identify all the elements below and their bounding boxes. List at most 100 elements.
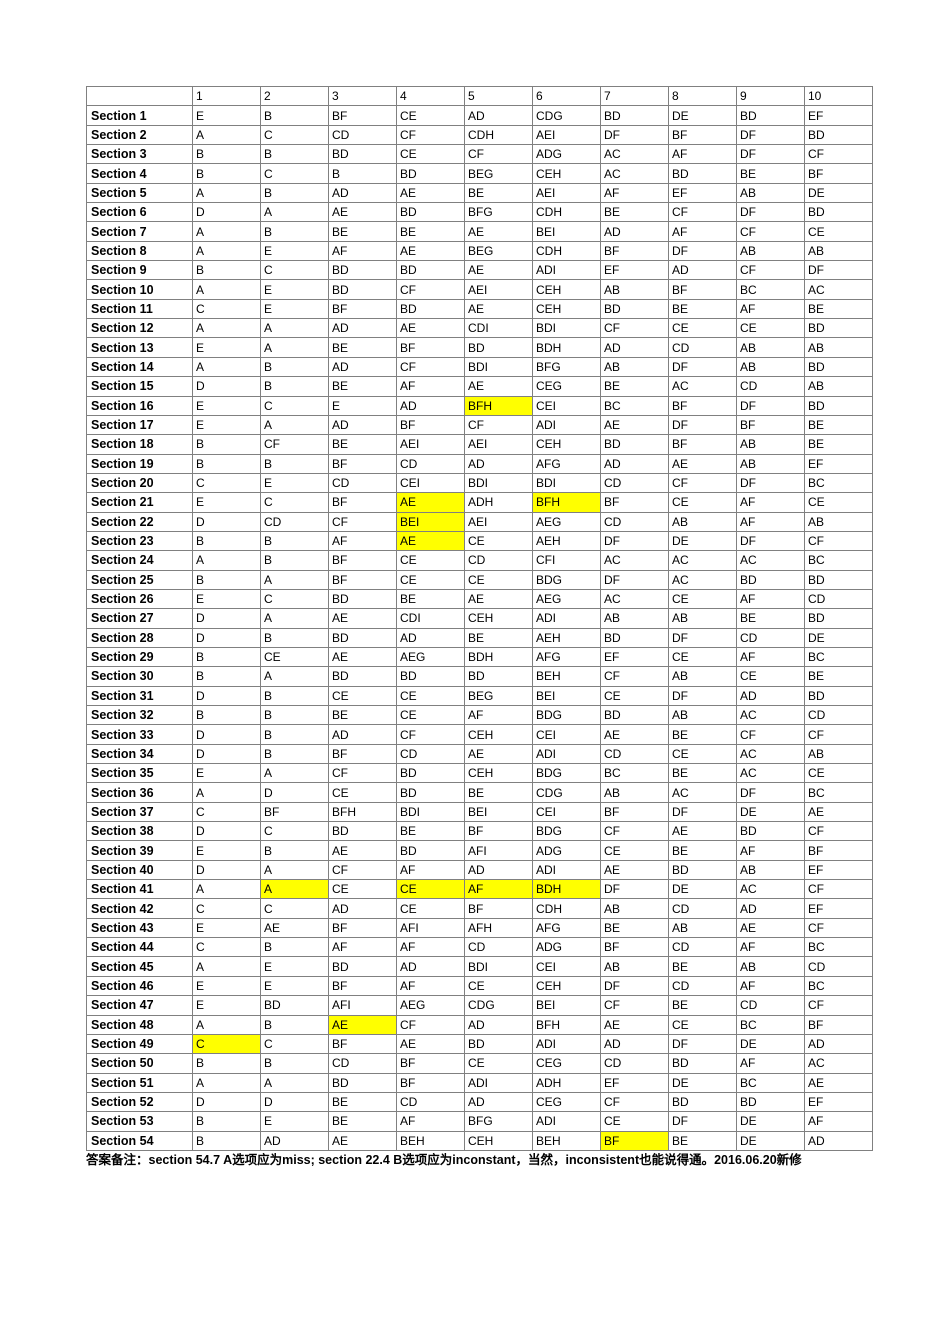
answer-cell-37-3: BFH bbox=[328, 801, 397, 823]
answer-cell-7-1: A bbox=[192, 221, 261, 242]
row-header-section-16: Section 16 bbox=[86, 395, 193, 416]
answer-cell-35-10: CE bbox=[804, 763, 873, 784]
answer-cell-51-6: ADH bbox=[532, 1072, 601, 1093]
column-header-5: 5 bbox=[464, 85, 533, 107]
answer-cell-4-5: BEG bbox=[464, 163, 533, 184]
answer-cell-14-4: CF bbox=[396, 356, 465, 378]
answer-cell-10-1: A bbox=[192, 279, 261, 300]
answer-cell-33-10: CF bbox=[804, 724, 873, 745]
answer-cell-17-9: BF bbox=[736, 414, 805, 436]
answer-cell-30-6: BEH bbox=[532, 666, 601, 687]
answer-cell-50-6: CEG bbox=[532, 1053, 601, 1074]
answer-cell-4-8: BD bbox=[668, 163, 737, 184]
answer-cell-4-3: B bbox=[328, 163, 397, 184]
answer-cell-highlighted-54-7: BF bbox=[600, 1130, 669, 1151]
table-row: Section 3 B B BD CE CF ADG AC AF DF CF bbox=[86, 144, 873, 165]
answer-cell-35-8: BE bbox=[668, 763, 737, 784]
answer-cell-5-2: B bbox=[260, 182, 329, 204]
table-row: Section 22 D CD CF BEI AEI AEG CD AB AF AB bbox=[86, 511, 873, 532]
row-header-section-27: Section 27 bbox=[86, 608, 193, 629]
answer-cell-2-5: CDH bbox=[464, 124, 533, 146]
answer-cell-22-1: D bbox=[192, 511, 261, 532]
answer-cell-39-6: ADG bbox=[532, 840, 601, 861]
answer-cell-39-1: E bbox=[192, 840, 261, 861]
answer-cell-3-6: ADG bbox=[532, 144, 601, 165]
answer-cell-25-9: BD bbox=[736, 569, 805, 590]
table-row: Section 10 A E BD CF AEI CEH AB BF BC AC bbox=[86, 279, 873, 300]
answer-cell-31-9: AD bbox=[736, 685, 805, 707]
answer-cell-45-6: CEI bbox=[532, 956, 601, 977]
table-row: Section 53 B E BE AF BFG ADI CE DF DE AF bbox=[86, 1111, 873, 1132]
answer-cell-9-4: BD bbox=[396, 260, 465, 281]
answer-cell-42-1: C bbox=[192, 898, 261, 919]
answer-cell-38-8: AE bbox=[668, 821, 737, 842]
answer-cell-31-6: BEI bbox=[532, 685, 601, 707]
answer-cell-20-4: CEI bbox=[396, 472, 465, 494]
row-header-section-19: Section 19 bbox=[86, 453, 193, 474]
answer-cell-22-10: AB bbox=[804, 511, 873, 532]
answer-cell-13-10: AB bbox=[804, 337, 873, 358]
answer-cell-18-7: BD bbox=[600, 434, 669, 455]
row-header-section-9: Section 9 bbox=[86, 260, 193, 281]
row-header-section-53: Section 53 bbox=[86, 1111, 193, 1132]
answer-cell-25-6: BDG bbox=[532, 569, 601, 590]
answer-cell-16-8: BF bbox=[668, 395, 737, 416]
table-row: Section 7 A B BE BE AE BEI AD AF CF CE bbox=[86, 221, 873, 242]
answer-cell-38-7: CF bbox=[600, 821, 669, 842]
table-row: Section 51 A A BD BF ADI ADH EF DE BC AE bbox=[86, 1072, 873, 1093]
answer-cell-14-10: BD bbox=[804, 356, 873, 378]
row-header-section-4: Section 4 bbox=[86, 163, 193, 184]
answer-cell-47-4: AEG bbox=[396, 995, 465, 1016]
answer-cell-39-5: AFI bbox=[464, 840, 533, 861]
answer-cell-36-2: D bbox=[260, 782, 329, 803]
answer-cell-53-4: AF bbox=[396, 1111, 465, 1132]
answer-cell-46-10: BC bbox=[804, 975, 873, 997]
answer-cell-32-5: AF bbox=[464, 704, 533, 726]
row-header-section-23: Section 23 bbox=[86, 530, 193, 552]
table-row: Section 24 A B BF CE CD CFI AC AC AC BC bbox=[86, 550, 873, 571]
answer-cell-27-1: D bbox=[192, 608, 261, 629]
answer-cell-49-9: DE bbox=[736, 1033, 805, 1055]
table-row: Section 4 B C B BD BEG CEH AC BD BE BF bbox=[86, 163, 873, 184]
answer-cell-42-10: EF bbox=[804, 898, 873, 919]
answer-cell-28-3: BD bbox=[328, 627, 397, 648]
answer-cell-19-6: AFG bbox=[532, 453, 601, 474]
answer-cell-19-2: B bbox=[260, 453, 329, 474]
answer-cell-52-10: EF bbox=[804, 1091, 873, 1113]
table-row: Section 17 E A AD BF CF ADI AE DF BF BE bbox=[86, 414, 873, 436]
row-header-section-26: Section 26 bbox=[86, 588, 193, 610]
table-row: Section 43 E AE BF AFI AFH AFG BE AB AE CF bbox=[86, 917, 873, 939]
answer-cell-8-2: E bbox=[260, 240, 329, 262]
table-row: Section 31 D B CE CE BEG BEI CE DF AD BD bbox=[86, 685, 873, 707]
answer-cell-34-2: B bbox=[260, 743, 329, 765]
answer-cell-38-1: D bbox=[192, 821, 261, 842]
answer-cell-highlighted-48-3: AE bbox=[328, 1014, 397, 1035]
answer-cell-highlighted-41-6: BDH bbox=[532, 879, 601, 900]
answer-cell-20-2: E bbox=[260, 472, 329, 494]
answer-cell-2-10: BD bbox=[804, 124, 873, 146]
answer-cell-19-3: BF bbox=[328, 453, 397, 474]
answer-cell-51-9: BC bbox=[736, 1072, 805, 1093]
answer-cell-14-8: DF bbox=[668, 356, 737, 378]
answer-cell-48-7: AE bbox=[600, 1014, 669, 1035]
answer-cell-3-4: CE bbox=[396, 144, 465, 165]
answer-cell-52-3: BE bbox=[328, 1091, 397, 1113]
answer-cell-32-10: CD bbox=[804, 704, 873, 726]
answer-cell-48-4: CF bbox=[396, 1014, 465, 1035]
answer-cell-34-7: CD bbox=[600, 743, 669, 765]
answer-cell-45-5: BDI bbox=[464, 956, 533, 977]
answer-cell-7-7: AD bbox=[600, 221, 669, 242]
table-row: Section 5 A B AD AE BE AEI AF EF AB DE bbox=[86, 182, 873, 204]
column-header-4: 4 bbox=[396, 85, 465, 107]
table-row: Section 15 D B BE AF AE CEG BE AC CD AB bbox=[86, 376, 873, 397]
answer-cell-17-7: AE bbox=[600, 414, 669, 436]
answer-cell-12-7: CF bbox=[600, 318, 669, 339]
column-header-2: 2 bbox=[260, 85, 329, 107]
answer-cell-39-4: BD bbox=[396, 840, 465, 861]
answer-cell-16-7: BC bbox=[600, 395, 669, 416]
answer-cell-43-10: CF bbox=[804, 917, 873, 939]
answer-cell-33-8: BE bbox=[668, 724, 737, 745]
answer-cell-1-3: BF bbox=[328, 105, 397, 126]
answer-cell-30-8: AB bbox=[668, 666, 737, 687]
answer-cell-54-5: CEH bbox=[464, 1130, 533, 1151]
